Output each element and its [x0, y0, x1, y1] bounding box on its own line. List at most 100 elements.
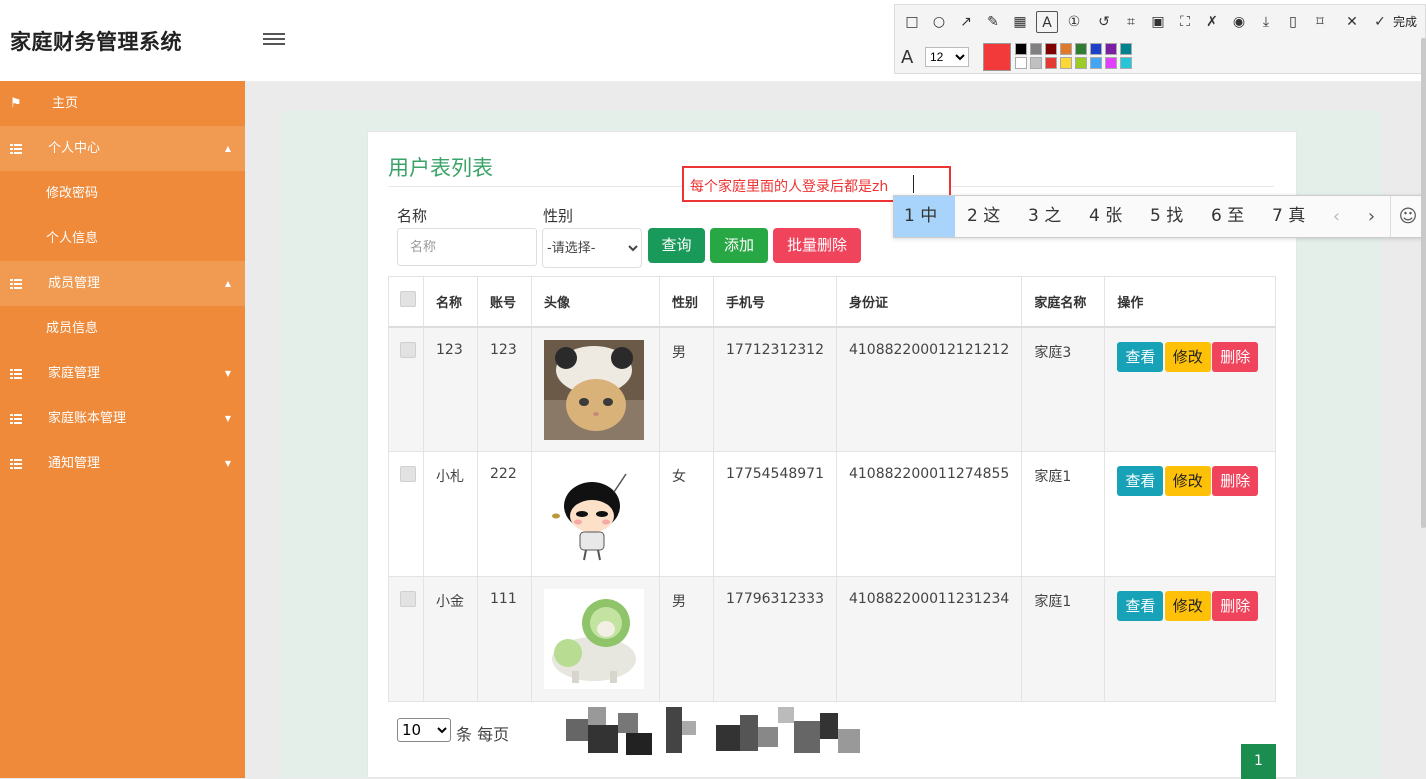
- emoji-icon[interactable]: ☺: [1390, 196, 1425, 237]
- cell-account: 111: [477, 576, 532, 702]
- hamburger-menu-icon[interactable]: [263, 30, 285, 48]
- cell-name: 小札: [423, 451, 478, 577]
- ime-candidate[interactable]: 2 这: [957, 196, 1010, 237]
- color-swatch[interactable]: [1090, 57, 1102, 69]
- text-tool-icon[interactable]: A: [1036, 11, 1058, 33]
- sidebar-item-label: 成员管理: [48, 276, 101, 291]
- pin-icon[interactable]: ✗: [1201, 11, 1223, 33]
- color-swatch[interactable]: [1075, 57, 1087, 69]
- color-swatch[interactable]: [1120, 43, 1132, 55]
- color-swatch[interactable]: [1045, 43, 1057, 55]
- view-button[interactable]: 查看: [1117, 466, 1164, 496]
- number-tool-icon[interactable]: ①: [1063, 11, 1085, 33]
- color-swatch[interactable]: [1045, 57, 1057, 69]
- current-color-swatch[interactable]: [983, 43, 1011, 71]
- row-checkbox[interactable]: [400, 591, 416, 607]
- color-swatch[interactable]: [1030, 57, 1042, 69]
- delete-button[interactable]: 删除: [1212, 466, 1259, 496]
- edit-button[interactable]: 修改: [1164, 591, 1211, 621]
- cell-phone: 17712312312: [713, 326, 837, 452]
- sidebar-subitem-personal-info[interactable]: 个人信息: [0, 216, 245, 261]
- select-all-checkbox[interactable]: [400, 291, 416, 308]
- sidebar-item-home[interactable]: ⚑ 主页: [0, 81, 245, 126]
- color-swatch[interactable]: [1030, 43, 1042, 55]
- delete-button[interactable]: 删除: [1212, 591, 1259, 621]
- ime-candidate[interactable]: 3 之: [1018, 196, 1071, 237]
- add-button[interactable]: 添加: [710, 228, 768, 263]
- grid-icon: [10, 351, 24, 396]
- color-swatch[interactable]: [1060, 43, 1072, 55]
- cell-avatar: [531, 326, 660, 452]
- record-icon[interactable]: ◉: [1228, 11, 1250, 33]
- ocr-icon[interactable]: ▣: [1147, 11, 1169, 33]
- font-size-select[interactable]: 12: [925, 47, 969, 67]
- sidebar-subitem-member-info[interactable]: 成员信息: [0, 306, 245, 351]
- color-swatch[interactable]: [1060, 57, 1072, 69]
- page-size-select[interactable]: 10: [397, 718, 451, 742]
- delete-button[interactable]: 删除: [1212, 341, 1259, 372]
- column-header: 账号: [477, 276, 532, 328]
- grid-icon: [10, 396, 24, 441]
- sex-select[interactable]: -请选择-: [542, 228, 642, 268]
- ime-prev-icon[interactable]: ‹: [1319, 196, 1354, 237]
- name-search-input[interactable]: [397, 228, 537, 266]
- batch-delete-button[interactable]: 批量删除: [773, 228, 861, 263]
- bookmark-icon[interactable]: ⌑: [1309, 11, 1331, 33]
- edit-button[interactable]: 修改: [1164, 466, 1211, 496]
- ime-next-icon[interactable]: ›: [1354, 196, 1389, 237]
- sidebar-item-personal-center[interactable]: 个人中心 ▲: [0, 126, 245, 171]
- grid-icon: [10, 261, 24, 306]
- color-swatch[interactable]: [1105, 57, 1117, 69]
- sidebar-subitem-change-password[interactable]: 修改密码: [0, 171, 245, 216]
- color-swatch[interactable]: [1105, 43, 1117, 55]
- view-button[interactable]: 查看: [1117, 341, 1164, 372]
- ime-candidate[interactable]: 5 找: [1140, 196, 1193, 237]
- sidebar-item-family[interactable]: 家庭管理 ▼: [0, 351, 245, 396]
- pagination-page-button[interactable]: 1: [1241, 744, 1276, 779]
- row-checkbox[interactable]: [400, 341, 416, 358]
- pen-tool-icon[interactable]: ✎: [982, 11, 1004, 33]
- row-checkbox[interactable]: [400, 466, 416, 482]
- done-label[interactable]: 完成: [1393, 11, 1417, 33]
- cell-name: 123: [423, 326, 478, 452]
- undo-icon[interactable]: ↺: [1093, 11, 1115, 33]
- color-swatch[interactable]: [1090, 43, 1102, 55]
- cat-photo-image: [544, 339, 644, 440]
- cell-family: 家庭1: [1021, 451, 1106, 577]
- color-swatch[interactable]: [1120, 57, 1132, 69]
- mosaic-tool-icon[interactable]: ▦: [1009, 11, 1031, 33]
- crop-icon[interactable]: ⌗: [1120, 11, 1142, 33]
- query-button[interactable]: 查询: [648, 228, 705, 263]
- circle-tool-icon[interactable]: ○: [928, 11, 950, 33]
- close-icon[interactable]: ✕: [1341, 11, 1363, 33]
- scan-icon[interactable]: ⛶: [1174, 11, 1196, 33]
- screenshot-toolbar: □ ○ ↗ ✎ ▦ A ① ↺ ⌗ ▣ ⛶ ✗ ◉ ⤓ ▯ ⌑ ✕ ✓ 完成 A…: [894, 4, 1426, 74]
- check-icon[interactable]: ✓: [1369, 11, 1391, 33]
- ime-candidate-bar: 1 中 2 这 3 之 4 张 5 找 6 至 7 真 ‹ › ☺: [893, 195, 1426, 238]
- cell-actions: 查看 修改 删除: [1104, 451, 1276, 577]
- cabbage-dog-image: [544, 589, 644, 689]
- color-swatch[interactable]: [1015, 57, 1027, 69]
- ime-candidate[interactable]: 7 真: [1262, 196, 1315, 237]
- table-row: 小札 222 女 17754548971 410882200011274855 …: [388, 451, 1276, 577]
- arrow-tool-icon[interactable]: ↗: [955, 11, 977, 33]
- grid-icon: [10, 126, 24, 171]
- page-scrollbar[interactable]: [1421, 38, 1426, 528]
- sidebar-item-ledger[interactable]: 家庭账本管理 ▼: [0, 396, 245, 441]
- edit-button[interactable]: 修改: [1164, 341, 1211, 372]
- phone-icon[interactable]: ▯: [1282, 11, 1304, 33]
- rectangle-tool-icon[interactable]: □: [901, 11, 923, 33]
- color-swatch[interactable]: [1015, 43, 1027, 55]
- color-swatch[interactable]: [1075, 43, 1087, 55]
- ime-candidate[interactable]: 4 张: [1079, 196, 1132, 237]
- ime-candidate[interactable]: 6 至: [1201, 196, 1254, 237]
- view-button[interactable]: 查看: [1117, 591, 1164, 621]
- sidebar-item-members[interactable]: 成员管理 ▲: [0, 261, 245, 306]
- sidebar-item-label: 通知管理: [48, 456, 101, 471]
- row-select-cell: [388, 326, 424, 452]
- sidebar-item-notice[interactable]: 通知管理 ▼: [0, 441, 245, 486]
- ime-candidate[interactable]: 1 中: [894, 196, 955, 237]
- download-icon[interactable]: ⤓: [1255, 11, 1277, 33]
- cell-account: 123: [477, 326, 532, 452]
- select-all-cell: [388, 276, 424, 328]
